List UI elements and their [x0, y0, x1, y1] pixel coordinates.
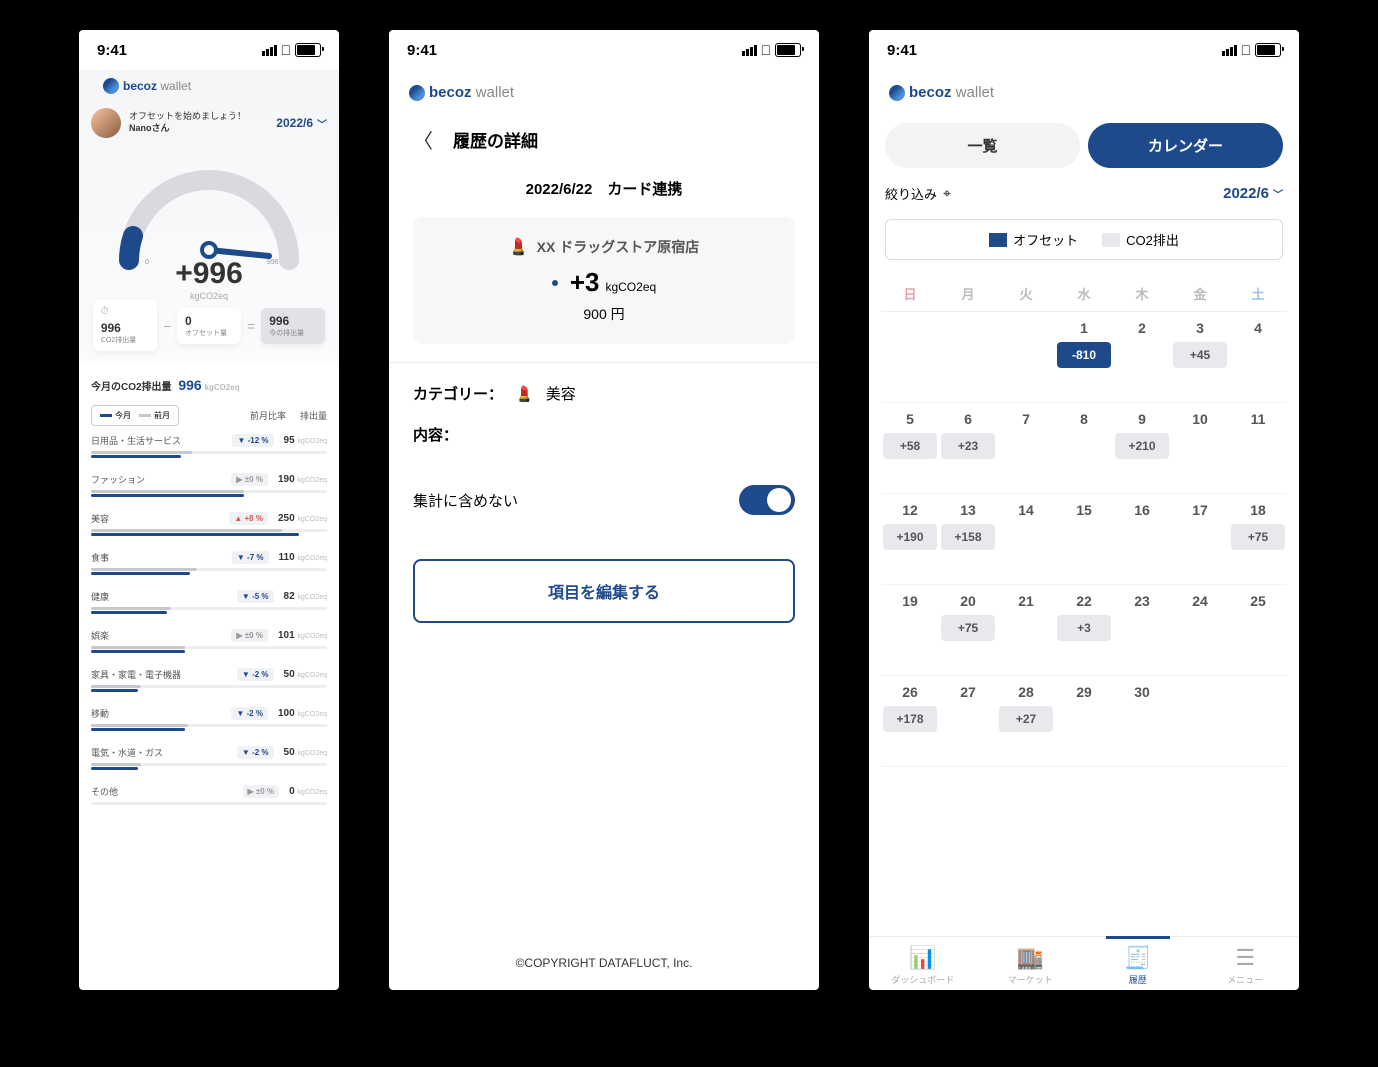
calendar-day[interactable]: 15 — [1055, 494, 1113, 584]
calendar-day[interactable]: 5+58 — [881, 403, 939, 493]
greeting-text: オフセットを始めましょう！ — [129, 111, 246, 123]
svg-text:0: 0 — [145, 259, 149, 266]
calendar-day[interactable]: 10 — [1171, 403, 1229, 493]
status-time: 9:41 — [97, 42, 127, 59]
bar-chart-icon: 📊 — [869, 945, 977, 971]
filter-button[interactable]: 絞り込み⌖ — [885, 184, 951, 203]
category-row[interactable]: 健康▼ -5 %82 kgCO2eq — [91, 590, 327, 615]
status-bar: 9:41 􀙇 — [79, 30, 339, 70]
wifi-icon: 􀙇 — [281, 42, 292, 58]
calendar-day[interactable]: 23 — [1113, 585, 1171, 675]
calendar-day[interactable]: 12+190 — [881, 494, 939, 584]
category-row[interactable]: ファッション▶ ±0 %190 kgCO2eq — [91, 473, 327, 498]
category-row[interactable]: 娯楽▶ ±0 %101 kgCO2eq — [91, 629, 327, 654]
user-name: Nanoさん — [129, 123, 246, 135]
nav-history[interactable]: 🧾履歴 — [1084, 945, 1192, 986]
nav-menu[interactable]: ☰メニュー — [1192, 945, 1300, 986]
exclude-toggle-row: 集計に含めない — [389, 465, 819, 535]
app-logo: becoz wallet — [91, 70, 327, 102]
calendar-day[interactable]: 29 — [1055, 676, 1113, 766]
calendar-day[interactable]: 21 — [997, 585, 1055, 675]
calendar-legend: オフセット CO2排出 — [885, 219, 1283, 260]
calendar-day[interactable]: 17 — [1171, 494, 1229, 584]
svg-text:996: 996 — [267, 259, 279, 266]
lipstick-icon: 💄 — [515, 385, 534, 403]
calendar-day[interactable] — [1229, 676, 1287, 766]
month-selector[interactable]: 2022/6﹀ — [1223, 185, 1283, 202]
category-field[interactable]: カテゴリー：💄美容 — [389, 363, 819, 424]
clock-icon: ⏱ — [101, 306, 149, 317]
calendar-day[interactable]: 14 — [997, 494, 1055, 584]
category-row[interactable]: 家具・家電・電子機器▼ -2 %50 kgCO2eq — [91, 668, 327, 693]
calendar-day[interactable] — [1171, 676, 1229, 766]
day-headers: 日月火水木金土 — [881, 276, 1287, 312]
receipt-icon: 🧾 — [1084, 945, 1192, 971]
month-selector[interactable]: 2022/6﹀ — [276, 116, 327, 131]
calendar-day[interactable]: 4 — [1229, 312, 1287, 402]
calendar-day[interactable]: 27 — [939, 676, 997, 766]
gauge-unit: kgCO2eq — [109, 291, 309, 301]
calendar-day[interactable]: 7 — [997, 403, 1055, 493]
calendar-day[interactable]: 20+75 — [939, 585, 997, 675]
filter-icon: ⌖ — [943, 185, 951, 202]
category-row[interactable]: 食事▼ -7 %110 kgCO2eq — [91, 551, 327, 576]
logo-icon — [103, 78, 119, 94]
nav-market[interactable]: 🏬マーケット — [977, 945, 1085, 986]
emissions-gauge: 0 996 +996 kgCO2eq — [109, 150, 309, 290]
calendar-day[interactable] — [939, 312, 997, 402]
dashboard-screen: 9:41 􀙇 becoz wallet オフセットを始めましょう！ Nanoさん… — [79, 30, 339, 990]
calendar-day[interactable]: 19 — [881, 585, 939, 675]
detail-date: 2022/6/22 カード連携 — [389, 178, 819, 199]
edit-button[interactable]: 項目を編集する — [413, 559, 795, 623]
exclude-toggle[interactable] — [739, 485, 795, 515]
calendar-day[interactable]: 25 — [1229, 585, 1287, 675]
calendar-day[interactable]: 18+75 — [1229, 494, 1287, 584]
bottom-nav: 📊ダッシュボード 🏬マーケット 🧾履歴 ☰メニュー — [869, 936, 1299, 990]
calculation-row: ⏱996CO2排出量 − 0オフセット量 = 996今の排出量 — [91, 300, 327, 351]
back-button[interactable]: 〈 — [413, 125, 433, 154]
chart-legend: 今月 前月 — [91, 405, 179, 426]
calendar-day[interactable]: 26+178 — [881, 676, 939, 766]
calendar-day[interactable]: 1-810 — [1055, 312, 1113, 402]
calendar-day[interactable]: 24 — [1171, 585, 1229, 675]
category-row[interactable]: 移動▼ -2 %100 kgCO2eq — [91, 707, 327, 732]
calendar-day[interactable]: 8 — [1055, 403, 1113, 493]
calendar-day[interactable]: 22+3 — [1055, 585, 1113, 675]
category-row[interactable]: その他▶ ±0 %0 kgCO2eq — [91, 785, 327, 810]
battery-icon — [295, 43, 321, 57]
calendar-day[interactable]: 9+210 — [1113, 403, 1171, 493]
calendar-day[interactable]: 3+45 — [1171, 312, 1229, 402]
category-row[interactable]: 日用品・生活サービス▼ -12 %95 kgCO2eq — [91, 434, 327, 459]
calendar-day[interactable]: 2 — [1113, 312, 1171, 402]
transaction-card: 💄XX ドラッグストア原宿店 +3kgCO2eq 900 円 — [413, 217, 795, 344]
lipstick-icon: 💄 — [509, 237, 529, 257]
avatar[interactable] — [91, 108, 121, 138]
section-title: 今月のCO2排出量 996 kgCO2eq — [91, 377, 327, 393]
menu-icon: ☰ — [1192, 945, 1300, 971]
calendar-day[interactable]: 28+27 — [997, 676, 1055, 766]
calendar-day[interactable]: 6+23 — [939, 403, 997, 493]
category-row[interactable]: 電気・水道・ガス▼ -2 %50 kgCO2eq — [91, 746, 327, 771]
calendar-day[interactable] — [997, 312, 1055, 402]
calendar-screen: 9:41􀙇 becoz wallet 一覧 カレンダー 絞り込み⌖ 2022/6… — [869, 30, 1299, 990]
page-title: 履歴の詳細 — [453, 127, 538, 152]
chevron-down-icon: ﹀ — [1273, 186, 1283, 201]
signal-icon — [262, 45, 277, 56]
tab-list[interactable]: 一覧 — [885, 123, 1080, 168]
store-icon: 🏬 — [977, 945, 1085, 971]
calendar-day[interactable]: 11 — [1229, 403, 1287, 493]
nav-dashboard[interactable]: 📊ダッシュボード — [869, 945, 977, 986]
tab-calendar[interactable]: カレンダー — [1088, 123, 1283, 168]
calendar-day[interactable]: 30 — [1113, 676, 1171, 766]
calendar-day[interactable] — [881, 312, 939, 402]
calendar-day[interactable]: 16 — [1113, 494, 1171, 584]
chevron-down-icon: ﹀ — [317, 116, 327, 131]
history-detail-screen: 9:41􀙇 becoz wallet 〈 履歴の詳細 2022/6/22 カード… — [389, 30, 819, 990]
content-field[interactable]: 内容： — [389, 424, 819, 465]
copyright: ©COPYRIGHT DATAFLUCT, Inc. — [389, 936, 819, 990]
category-row[interactable]: 美容▲ +8 %250 kgCO2eq — [91, 512, 327, 537]
calendar-day[interactable]: 13+158 — [939, 494, 997, 584]
